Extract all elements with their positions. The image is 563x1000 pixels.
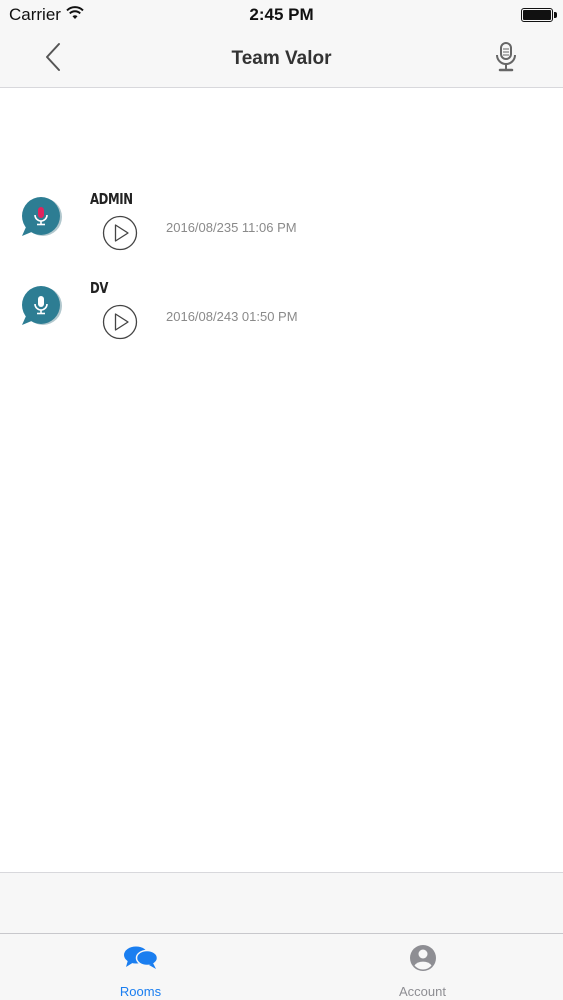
bottom-toolbar [0, 872, 563, 933]
play-button[interactable] [102, 304, 138, 340]
play-button[interactable] [102, 215, 138, 251]
page-title: Team Valor [231, 48, 332, 69]
battery-icon [521, 8, 553, 22]
tab-bar: Rooms Account [0, 933, 563, 1000]
account-icon [409, 944, 437, 977]
voice-bubble-icon [22, 197, 62, 236]
tab-label: Rooms [119, 984, 162, 999]
tab-label: Account [399, 984, 446, 999]
play-icon [102, 215, 138, 251]
navigation-bar: Team Valor [0, 30, 563, 88]
list-item: ADMIN 2016/08/235 11:06 PM [0, 189, 563, 269]
tab-rooms[interactable]: Rooms [0, 934, 281, 1000]
avatar [20, 197, 64, 241]
message-timestamp: 2016/08/235 11:06 PM [166, 220, 297, 235]
tab-account[interactable]: Account [282, 934, 563, 1000]
battery-tip [554, 12, 557, 18]
sender-name: ADMIN [90, 190, 133, 208]
list-item: DV 2016/08/243 01:50 PM [0, 278, 563, 358]
microphone-icon [495, 41, 517, 78]
status-time: 2:45 PM [249, 5, 314, 24]
voice-bubble-icon [22, 286, 62, 325]
avatar [20, 286, 64, 330]
status-bar: Carrier 2:45 PM [0, 0, 563, 30]
chat-bubbles-icon [123, 944, 159, 977]
play-icon [102, 304, 138, 340]
sender-name: DV [90, 279, 108, 297]
message-timestamp: 2016/08/243 01:50 PM [166, 309, 298, 324]
record-button[interactable] [491, 40, 521, 78]
